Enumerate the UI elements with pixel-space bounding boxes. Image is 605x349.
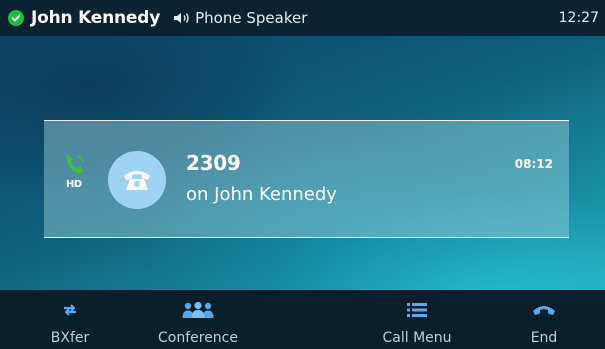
call-menu-softkey[interactable]: Call Menu [357, 290, 477, 349]
account-name: John Kennedy [31, 8, 161, 28]
transfer-arrows-icon [61, 300, 79, 320]
speaker-icon [174, 13, 189, 23]
call-menu-label: Call Menu [382, 330, 452, 346]
end-label: End [530, 330, 558, 346]
audio-mode-label: Phone Speaker [195, 9, 308, 27]
phone-screen: John Kennedy Phone Speaker 12:27 HD 2309… [0, 0, 605, 349]
bxfer-label: BXfer [50, 330, 90, 346]
registered-check-icon [8, 10, 24, 26]
bxfer-softkey[interactable]: BXfer [10, 290, 130, 349]
status-bar: John Kennedy Phone Speaker 12:27 [0, 0, 605, 36]
handset-icon [66, 155, 84, 174]
hd-icon: HD [66, 179, 82, 190]
menu-list-icon [407, 300, 427, 320]
active-call-card[interactable]: HD 2309 on John Kennedy 08:12 [44, 120, 569, 238]
conference-softkey[interactable]: Conference [138, 290, 258, 349]
call-duration: 08:12 [514, 157, 553, 171]
conference-label: Conference [157, 330, 238, 346]
clock: 12:27 [558, 10, 599, 26]
hang-up-icon [532, 300, 556, 320]
softkey-bar: BXfer Conference Call Menu End [0, 290, 605, 349]
phone-avatar-icon [108, 151, 166, 209]
conference-people-icon [181, 300, 215, 320]
call-line-label: on John Kennedy [186, 184, 337, 205]
call-number: 2309 [186, 151, 241, 175]
end-call-softkey[interactable]: End [484, 290, 604, 349]
